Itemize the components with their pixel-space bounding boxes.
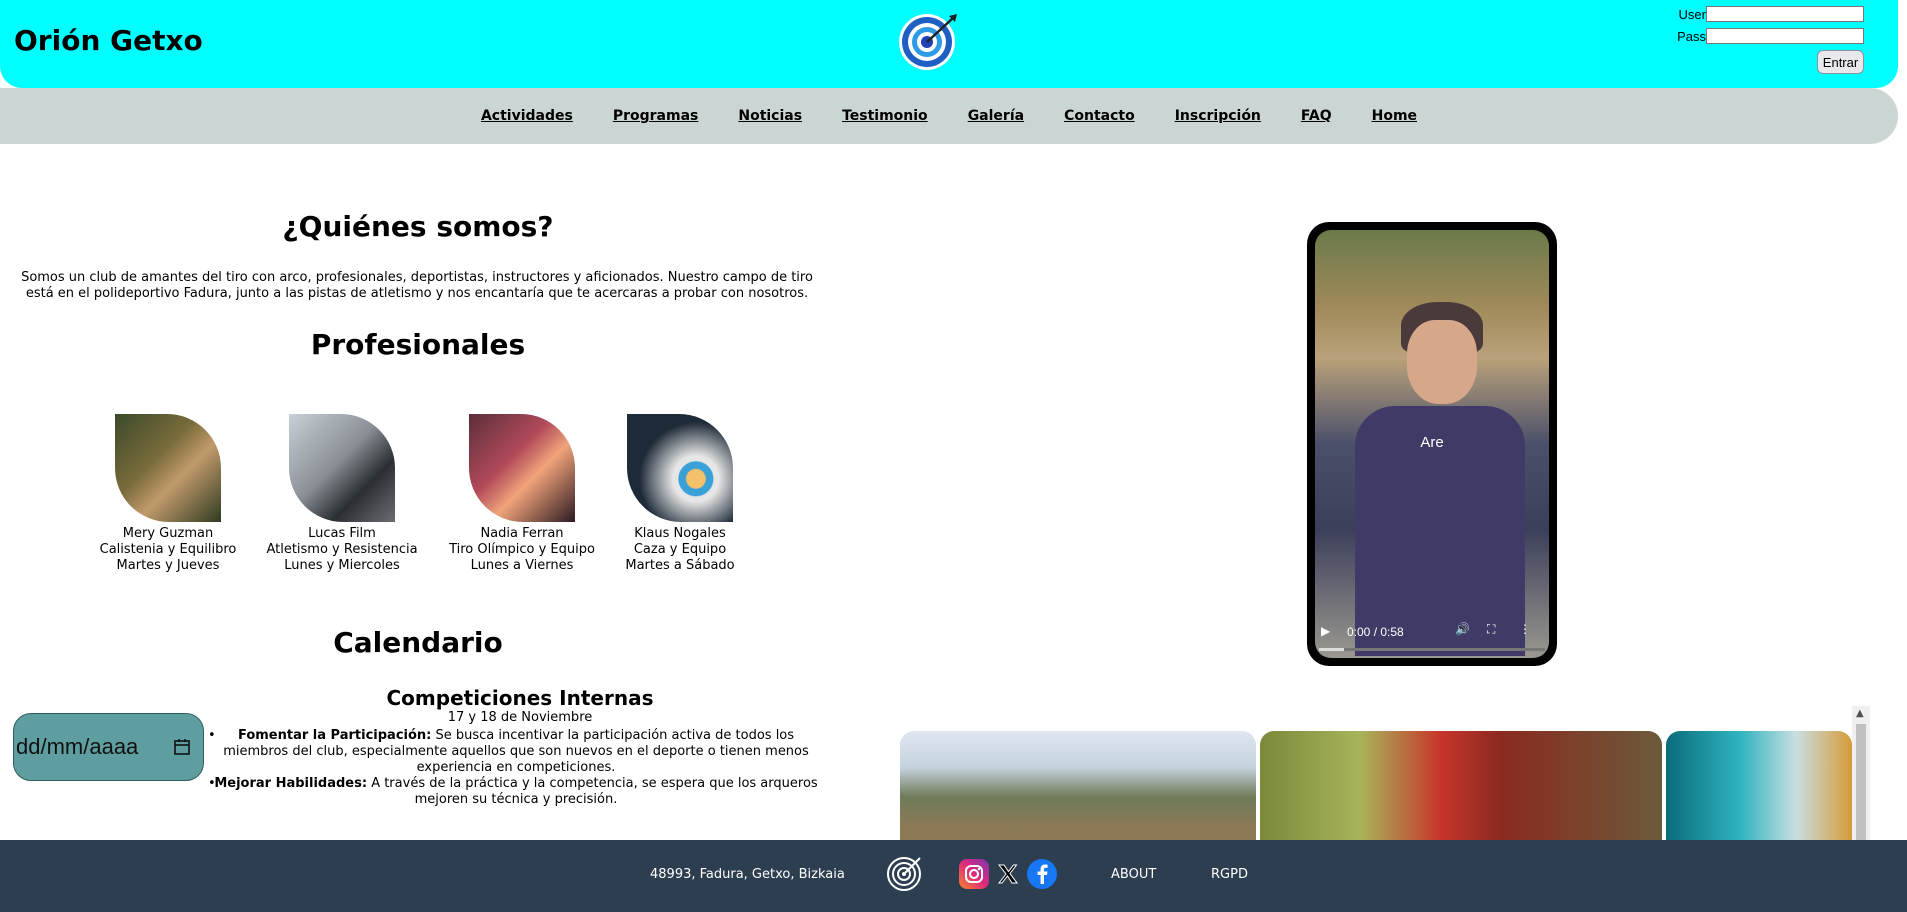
video-controls: ▶ 0:00 / 0:58 🔊 ⛶ ⋮ [1307,606,1557,666]
video-progress-bar[interactable] [1319,648,1545,651]
competition-block: Competiciones Internas 17 y 18 de Noviem… [208,686,830,808]
professional-name: Lucas Film [308,526,376,541]
pass-label: Pass [1677,28,1706,44]
footer-address: 48993, Fadura, Getxo, Bizkaia [650,867,845,882]
photo-gallery [900,706,1852,840]
instagram-icon[interactable] [959,859,989,889]
main-nav: Actividades Programas Noticias Testimoni… [0,88,1898,144]
list-item: Mejorar Habilidades: A través de la prác… [208,776,830,808]
fullscreen-icon[interactable]: ⛶ [1487,622,1495,637]
professional-photo [469,414,575,522]
pass-input[interactable] [1706,28,1864,44]
list-item: Fomentar la Participación: Se busca ince… [208,728,830,776]
user-input[interactable] [1706,6,1864,22]
about-title: ¿Quiénes somos? [282,210,554,243]
nav-item-noticias[interactable]: Noticias [738,108,802,124]
professional-schedule: Lunes y Miercoles [284,558,400,573]
professionals-title: Profesionales [310,328,526,361]
professional-photo [115,414,221,522]
professional-photo [289,414,395,522]
site-header: Orión Getxo User Pass Entrar [0,0,1898,88]
volume-icon[interactable]: 🔊 [1455,622,1470,636]
x-icon[interactable] [993,859,1023,889]
professional-discipline: Caza y Equipo [633,542,727,557]
gallery-image[interactable] [1260,731,1662,840]
footer-link-about[interactable]: ABOUT [1111,867,1156,882]
gallery-image[interactable] [900,731,1256,840]
video-time: 0:00 / 0:58 [1347,625,1404,639]
video-progress-fill [1319,648,1344,651]
professional-card: Lucas Film Atletismo y Resistencia Lunes… [262,414,422,574]
professional-schedule: Martes a Sábado [625,558,735,573]
target-arrow-icon[interactable] [897,8,961,72]
nav-item-testimonio[interactable]: Testimonio [842,108,928,124]
footer-link-rgpd[interactable]: RGPD [1211,867,1248,882]
professional-name: Klaus Nogales [634,526,726,541]
target-arrow-icon[interactable] [886,854,924,892]
scrollbar-thumb[interactable] [1856,724,1866,840]
professional-photo [627,414,733,522]
login-button[interactable]: Entrar [1817,50,1864,74]
professionals-list: Mery Guzman Calistenia y Equilibro Marte… [0,414,836,574]
site-brand[interactable]: Orión Getxo [14,24,203,57]
professional-discipline: Tiro Olímpico y Equipo [449,542,595,557]
goal-label: Fomentar la Participación: [237,728,432,743]
calendar-icon[interactable] [173,738,191,756]
professional-name: Nadia Ferran [480,526,564,541]
about-text: Somos un club de amantes del tiro con ar… [21,270,813,301]
competition-title: Competiciones Internas [386,686,654,710]
calendar-title: Calendario [333,626,503,659]
gallery-scrollbar[interactable]: ▲ [1852,706,1870,840]
professional-discipline: Atletismo y Resistencia [266,542,418,557]
professional-card: Klaus Nogales Caza y Equipo Martes a Sáb… [616,414,744,574]
site-footer: 48993, Fadura, Getxo, Bizkaia ABOUT RGPD [0,840,1907,912]
nav-item-programas[interactable]: Programas [613,108,699,124]
more-options-icon[interactable]: ⋮ [1519,622,1531,636]
nav-item-home[interactable]: Home [1372,108,1417,124]
gallery-image[interactable] [1666,731,1852,840]
nav-item-actividades[interactable]: Actividades [481,108,573,124]
professional-schedule: Martes y Jueves [116,558,220,573]
nav-item-inscripcion[interactable]: Inscripción [1175,108,1261,124]
goal-text: A través de la práctica y la competencia… [371,776,818,807]
nav-item-galeria[interactable]: Galería [968,108,1024,124]
play-icon[interactable]: ▶ [1321,624,1330,638]
user-label: User [1678,6,1706,22]
facebook-icon[interactable] [1027,859,1057,889]
professional-discipline: Calistenia y Equilibro [99,542,237,557]
scroll-up-icon[interactable]: ▲ [1856,708,1864,719]
nav-item-faq[interactable]: FAQ [1301,108,1332,124]
professional-schedule: Lunes a Viernes [470,558,574,573]
date-input[interactable]: dd/mm/aaaa [13,713,204,781]
professional-card: Mery Guzman Calistenia y Equilibro Marte… [96,414,240,574]
video-player[interactable]: Are ▶ 0:00 / 0:58 🔊 ⛶ ⋮ [1307,222,1557,666]
date-placeholder: dd/mm/aaaa [16,734,139,759]
professional-name: Mery Guzman [122,526,214,541]
goal-label: Mejorar Habilidades: [214,776,368,791]
video-caption: Are [1420,434,1444,451]
video-figure-face [1407,320,1477,404]
nav-item-contacto[interactable]: Contacto [1064,108,1135,124]
competition-date: 17 y 18 de Noviembre [447,710,593,725]
login-form: User Pass Entrar [1677,3,1864,74]
professional-card: Nadia Ferran Tiro Olímpico y Equipo Lune… [443,414,601,574]
competition-goals: Fomentar la Participación: Se busca ince… [208,728,830,808]
